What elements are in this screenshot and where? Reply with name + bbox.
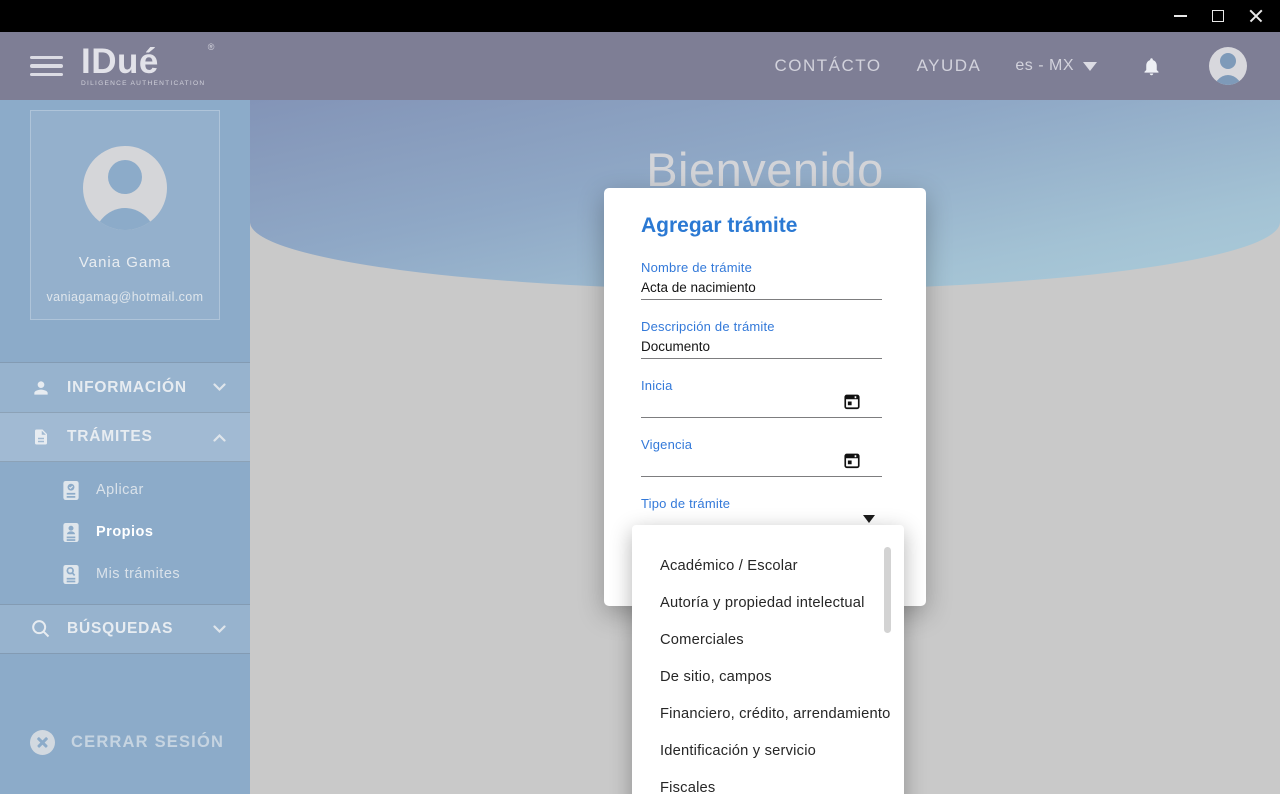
submenu-item-aplicar[interactable]: Aplicar [0,469,250,511]
language-selector[interactable]: es - MX [1015,57,1097,75]
dropdown-option[interactable]: Autoría y propiedad intelectual [632,585,904,622]
submenu-item-label: Aplicar [96,482,144,498]
field-label: Descripción de trámite [641,319,882,335]
nav-ayuda[interactable]: AYUDA [917,56,982,76]
window-titlebar [0,0,1280,32]
card-search-icon [62,564,81,585]
card-check-icon [62,480,81,501]
minimize-icon[interactable] [1172,8,1188,24]
tipo-de-tramite-dropdown: Académico / Escolar Autoría y propiedad … [632,525,904,794]
profile-email: vaniagamag@hotmail.com [47,290,204,304]
sidebar-item-busquedas[interactable]: BÚSQUEDAS [0,604,250,654]
language-label: es - MX [1015,57,1074,75]
descripcion-input[interactable]: Documento [641,337,882,359]
logo-tagline: DILIGENCE AUTHENTICATION [81,81,205,88]
field-descripcion-de-tramite: Descripción de trámite Documento [641,319,882,378]
field-vigencia: Vigencia [641,437,882,496]
maximize-icon[interactable] [1210,8,1226,24]
nav-contacto[interactable]: CONTÁCTO [774,56,881,76]
vigencia-input[interactable] [641,455,882,477]
submenu-item-mis-tramites[interactable]: Mis trámites [0,553,250,595]
person-icon [30,378,52,398]
scrollbar-thumb[interactable] [884,547,891,633]
registered-mark: ® [208,43,215,52]
inicia-input[interactable] [641,396,882,418]
tramites-submenu: Aplicar Propios Mis trámites [0,462,250,604]
card-person-icon [62,522,81,543]
dropdown-option[interactable]: De sitio, campos [632,659,904,696]
app-header: IDué ® DILIGENCE AUTHENTICATION CONTÁCTO… [0,32,1280,100]
field-label: Tipo de trámite [641,496,882,512]
sidebar-item-tramites[interactable]: TRÁMITES [0,412,250,462]
hamburger-icon[interactable] [30,56,63,77]
dropdown-option[interactable]: Financiero, crédito, arrendamiento [632,696,904,733]
field-nombre-de-tramite: Nombre de trámite Acta de nacimiento [641,260,882,319]
modal-title: Agregar trámite [641,213,882,239]
profile-card: Vania Gama vaniagamag@hotmail.com [30,110,220,320]
submenu-item-label: Propios [96,524,153,540]
field-value: Documento [641,339,710,354]
bell-icon[interactable] [1141,56,1162,77]
field-label: Nombre de trámite [641,260,882,276]
chevron-down-icon [213,383,226,392]
submenu-item-label: Mis trámites [96,566,180,582]
sidebar-item-label: BÚSQUEDAS [67,620,213,638]
calendar-icon[interactable] [843,451,861,470]
dropdown-option[interactable]: Fiscales [632,770,904,794]
dropdown-option[interactable]: Académico / Escolar [632,548,904,585]
chevron-up-icon [213,433,226,442]
dropdown-option[interactable]: Identificación y servicio [632,733,904,770]
logout-button[interactable]: CERRAR SESIÓN [0,720,250,764]
field-inicia: Inicia [641,378,882,437]
close-circle-icon [30,730,55,755]
document-icon [30,427,52,447]
field-value: Acta de nacimiento [641,280,756,295]
chevron-down-icon [213,625,226,634]
submenu-item-propios[interactable]: Propios [0,511,250,553]
calendar-icon[interactable] [843,392,861,411]
dropdown-option[interactable]: Comerciales [632,622,904,659]
sidebar-nav: INFORMACIÓN TRÁMITES [0,362,250,654]
app-logo: IDué ® DILIGENCE AUTHENTICATION [81,44,205,88]
profile-avatar [83,146,167,230]
user-avatar[interactable] [1209,47,1247,85]
close-icon[interactable] [1248,8,1264,24]
sidebar: Vania Gama vaniagamag@hotmail.com INFORM… [0,100,250,794]
sidebar-item-informacion[interactable]: INFORMACIÓN [0,362,250,412]
main-content: Bienvenido Agregar trámite Nombre de trá… [250,100,1280,794]
profile-name: Vania Gama [79,254,171,271]
chevron-down-icon [1083,62,1097,71]
sidebar-item-label: TRÁMITES [67,428,213,446]
logout-label: CERRAR SESIÓN [71,733,224,752]
sidebar-item-label: INFORMACIÓN [67,379,213,397]
search-icon [30,619,52,639]
logo-title: IDué [81,44,205,79]
nombre-input[interactable]: Acta de nacimiento [641,278,882,300]
dropdown-caret-icon[interactable] [863,515,875,523]
